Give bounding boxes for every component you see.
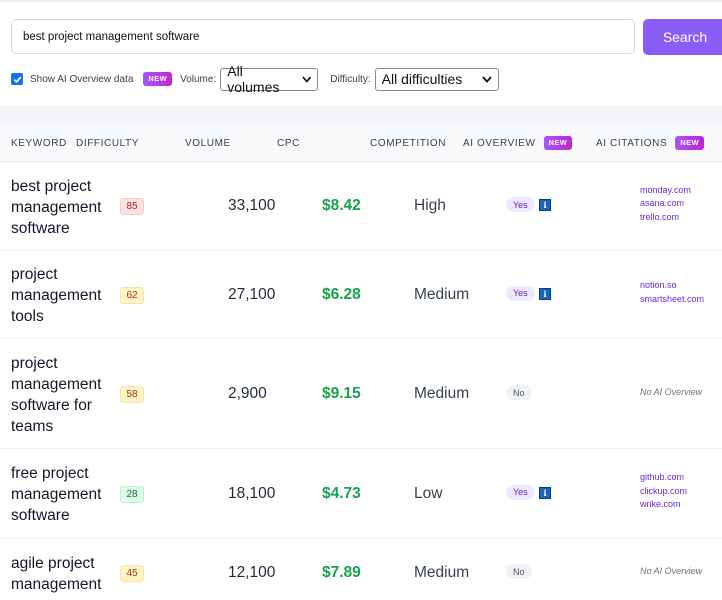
header-difficulty[interactable]: DIFFICULTY [76, 124, 139, 162]
table-row[interactable]: best project management software 85 33,100 $8… [0, 162, 722, 250]
difficulty-filter-label: Difficulty: [330, 73, 371, 85]
keyword-cell[interactable]: agile project management [11, 553, 101, 595]
chevron-down-icon [481, 75, 492, 83]
difficulty-badge: 28 [120, 485, 144, 503]
difficulty-select-value: All difficulties [381, 71, 463, 87]
competition-cell: Medium [414, 385, 470, 402]
header-competition[interactable]: COMPETITION [370, 124, 446, 162]
table-row[interactable]: agile project management 45 12,100 $7.89 Medi… [0, 538, 722, 600]
competition-cell: Medium [414, 564, 470, 581]
difficulty-badge: 58 [120, 386, 144, 403]
search-input[interactable] [11, 19, 635, 54]
difficulty-badge: 85 [120, 198, 144, 215]
ai-overview-badge: Yes [506, 197, 535, 212]
header-ai-overview-label: AI OVERVIEW [463, 137, 536, 149]
ai-citations-cell: monday.com asana.com trello.com [640, 184, 691, 225]
keyword-cell[interactable]: project management tools [11, 264, 101, 327]
ai-overview-badge: No [506, 564, 532, 579]
cpc-cell: $9.15 [322, 385, 361, 402]
keyword-cell[interactable]: project management software for teams [11, 353, 101, 437]
cpc-cell: $8.42 [322, 197, 361, 214]
header-volume[interactable]: VOLUME [185, 124, 231, 162]
citation-link[interactable]: trello.com [640, 211, 691, 225]
keyword-text-line: tools [11, 308, 44, 325]
table-row[interactable]: free project management software 28 18,100 $4… [0, 449, 722, 538]
citation-link[interactable]: monday.com [640, 184, 691, 198]
no-ai-overview-text: No AI Overview [640, 387, 703, 397]
volume-filter-label: Volume: [180, 73, 217, 85]
new-badge: NEW [143, 72, 173, 86]
new-badge: NEW [675, 136, 704, 150]
keyword-text-line: management [11, 287, 102, 304]
ai-overview-badge: Yes [506, 285, 535, 301]
difficulty-badge: 62 [120, 286, 144, 304]
citation-link[interactable]: notion.so [640, 279, 704, 293]
keyword-text-line: management [11, 486, 102, 503]
volume-cell: 2,900 [228, 385, 267, 402]
header-ai-citations[interactable]: AI CITATIONS NEW [596, 124, 704, 162]
info-icon[interactable]: i [539, 486, 551, 499]
keyword-text-line: best project [11, 177, 92, 195]
header-cpc[interactable]: CPC [277, 124, 300, 162]
ai-citations-cell: github.com clickup.com wrike.com [640, 471, 687, 512]
citation-link[interactable]: asana.com [640, 197, 691, 211]
ai-overview-badge: Yes [506, 484, 535, 500]
table-row[interactable]: project management tools 62 27,100 $6.28 Mediu… [0, 250, 722, 339]
ai-citations-cell: notion.so smartsheet.com [640, 279, 704, 306]
keyword-text-line: free project [11, 465, 89, 482]
keyword-cell[interactable]: best project management software [11, 176, 101, 239]
keyword-text-line: project [11, 266, 58, 283]
citation-link[interactable]: smartsheet.com [640, 293, 704, 307]
volume-select[interactable]: All volumes [220, 63, 319, 95]
citation-link[interactable]: wrike.com [640, 498, 687, 512]
keyword-text-line: teams [11, 418, 54, 435]
volume-select-value: All volumes [227, 63, 280, 95]
keyword-cell[interactable]: free project management software [11, 463, 101, 526]
no-ai-overview-text: No AI Overview [640, 566, 703, 576]
filter-bar: Show AI Overview data NEW Volume: All vo… [11, 63, 499, 95]
table-row[interactable]: project management software for teams 58 2,90… [0, 339, 722, 449]
info-icon[interactable]: i [539, 199, 551, 211]
keyword-text-line: software [11, 219, 70, 237]
keyword-text-line: agile project [11, 555, 95, 572]
header-keyword[interactable]: KEYWORD [11, 124, 67, 162]
volume-cell: 18,100 [228, 484, 276, 502]
keyword-text-line: management [11, 198, 102, 216]
ai-overview-badge: No [506, 385, 532, 400]
header-ai-overview[interactable]: AI OVERVIEW NEW [463, 124, 573, 162]
section-gap [0, 106, 722, 124]
keyword-text-line: software [11, 507, 70, 524]
difficulty-select[interactable]: All difficulties [374, 67, 499, 91]
cpc-cell: $6.28 [322, 285, 361, 303]
show-ai-overview-label: Show AI Overview data [30, 73, 134, 85]
competition-cell: Medium [414, 285, 470, 303]
citation-link[interactable]: github.com [640, 471, 687, 485]
volume-cell: 27,100 [228, 285, 276, 303]
search-button[interactable]: Search [643, 19, 722, 55]
keyword-text-line: project [11, 355, 58, 372]
volume-cell: 12,100 [228, 564, 276, 581]
cpc-cell: $4.73 [322, 484, 361, 502]
table-header: KEYWORD DIFFICULTY VOLUME CPC COMPETITIO… [0, 124, 722, 162]
competition-cell: Low [414, 484, 443, 502]
difficulty-badge: 45 [120, 565, 144, 582]
chevron-down-icon [301, 76, 311, 83]
show-ai-overview-checkbox[interactable] [11, 73, 23, 85]
citation-link[interactable]: clickup.com [640, 485, 687, 499]
keyword-text-line: management [11, 376, 102, 393]
checkmark-icon [13, 76, 21, 83]
keyword-text-line: software for [11, 397, 92, 414]
competition-cell: High [414, 197, 446, 214]
volume-cell: 33,100 [228, 197, 276, 214]
cpc-cell: $7.89 [322, 564, 361, 581]
new-badge: NEW [543, 136, 573, 150]
top-divider [0, 0, 722, 2]
header-ai-citations-label: AI CITATIONS [596, 137, 668, 149]
keyword-text-line: management [11, 576, 102, 593]
info-icon[interactable]: i [539, 287, 551, 300]
